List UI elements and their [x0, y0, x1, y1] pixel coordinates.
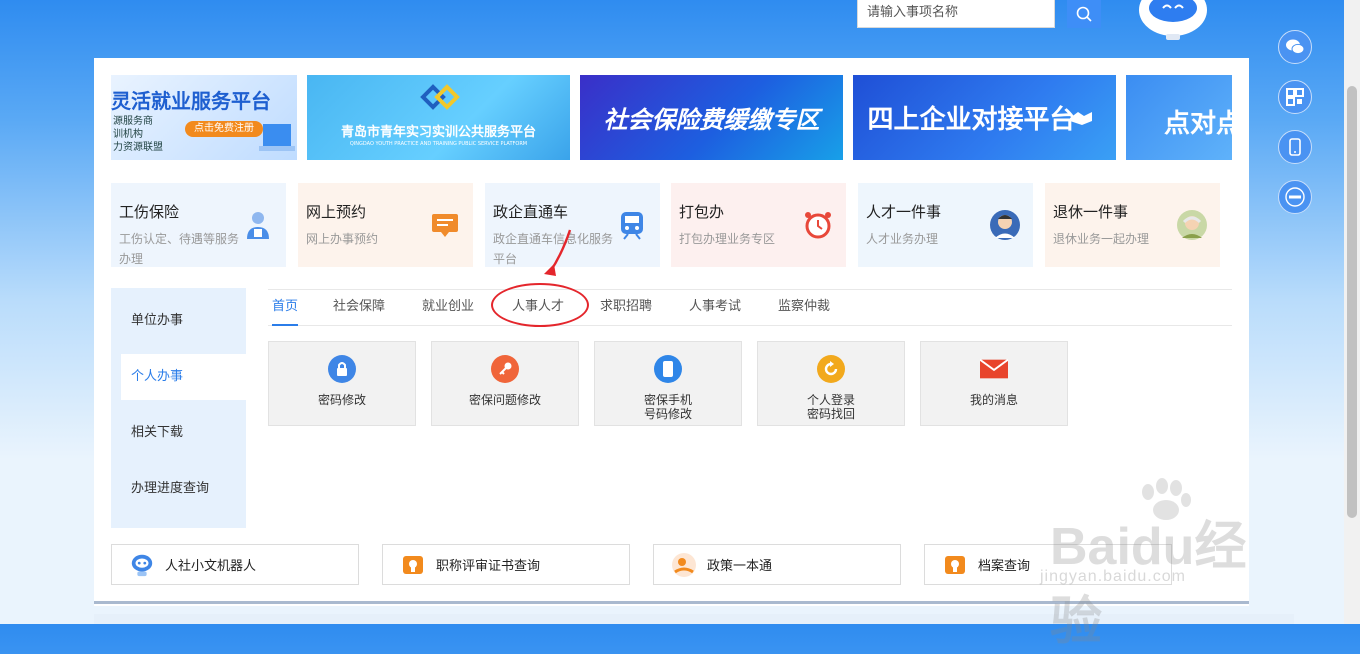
laptop-illustration-icon	[259, 124, 295, 151]
worker-icon	[247, 212, 269, 239]
service-card-retirement[interactable]: 退休一件事 退休业务一起办理	[1045, 183, 1220, 267]
banner-social-insurance-deferral[interactable]: 社会保险费缓缴专区	[580, 75, 843, 160]
register-button[interactable]: 点击免费注册	[185, 121, 263, 137]
tile-password-recovery[interactable]: 个人登录 密码找回	[757, 341, 905, 426]
tile-label: 密码修改	[317, 393, 366, 407]
robot-mascot[interactable]	[1136, 0, 1210, 40]
mobile-icon	[1289, 138, 1301, 156]
watermark: Baidu经验 jingyan.baidu.com	[1040, 478, 1290, 651]
tile-password-change[interactable]: 密码修改	[268, 341, 416, 426]
app-logo-icon	[1285, 187, 1305, 207]
refresh-icon	[817, 355, 845, 383]
service-card-desc: 人才业务办理	[866, 232, 939, 246]
service-card-desc: 打包办理业务专区	[679, 232, 776, 246]
banner-flexible-employment[interactable]: 灵活就业服务平台 源服务商 训机构 力资源联盟 点击免费注册	[111, 75, 297, 160]
elder-icon	[1177, 210, 1207, 240]
message-icon	[432, 214, 458, 237]
banner-point-to-point[interactable]: 点对点	[1126, 75, 1232, 160]
qrcode-icon	[1286, 88, 1304, 106]
quicklink-robot[interactable]: 人社小文机器人	[111, 544, 359, 585]
sidebar: 单位办事 个人办事 相关下载 办理进度查询	[111, 288, 246, 528]
phone-icon	[654, 355, 682, 383]
service-card-online-booking[interactable]: 网上预约 网上办事预约	[298, 183, 473, 267]
train-icon	[621, 212, 643, 240]
banner-enterprise-platform[interactable]: 四上企业对接平台	[853, 75, 1116, 160]
tile-security-question[interactable]: 密保问题修改	[431, 341, 579, 426]
platform-logo-icon	[420, 84, 460, 110]
robot-icon	[129, 552, 155, 578]
search-button[interactable]	[1067, 0, 1101, 28]
certificate-icon	[400, 552, 426, 578]
service-card-talent[interactable]: 人才一件事 人才业务办理	[858, 183, 1033, 267]
search-icon	[1076, 6, 1092, 22]
watermark-url: jingyan.baidu.com	[1040, 568, 1186, 585]
envelope-icon	[980, 355, 1008, 383]
tab-home[interactable]: 首页	[272, 290, 299, 326]
scrollbar-thumb[interactable]	[1347, 86, 1357, 518]
service-card-desc: 退休业务一起办理	[1053, 232, 1150, 246]
alarm-clock-icon	[805, 212, 831, 239]
tile-label: 密保手机 号码修改	[643, 393, 692, 421]
quicklink-label: 档案查询	[978, 559, 1031, 574]
lock-icon	[328, 355, 356, 383]
banner-subtitle: QINGDAO YOUTH PRACTICE AND TRAINING PUBL…	[349, 141, 528, 147]
robot-icon	[1139, 0, 1207, 40]
quicklink-label: 政策一本通	[707, 559, 773, 574]
annotation-circle	[491, 283, 589, 327]
app-button[interactable]	[1278, 180, 1312, 214]
policy-book-icon	[671, 552, 697, 578]
tile-my-messages[interactable]: 我的消息	[920, 341, 1068, 426]
banner-title: 点对点	[1164, 109, 1232, 139]
person-icon	[990, 210, 1020, 240]
tile-label: 我的消息	[969, 393, 1018, 407]
service-card-desc: 工伤认定、待遇等服务办理	[119, 232, 240, 266]
sidebar-item-progress-query[interactable]: 办理进度查询	[111, 466, 246, 512]
banner-lines: 源服务商 训机构 力资源联盟	[113, 116, 163, 153]
archive-icon	[942, 552, 968, 578]
wechat-icon	[1286, 39, 1305, 55]
banner-title: 社会保险费缓缴专区	[603, 106, 820, 134]
sidebar-item-unit-affairs[interactable]: 单位办事	[111, 298, 246, 344]
key-icon	[491, 355, 519, 383]
search-input[interactable]: 请输入事项名称	[857, 0, 1055, 28]
tab-job-hunting[interactable]: 求职招聘	[600, 290, 652, 324]
sidebar-item-personal-affairs[interactable]: 个人办事	[121, 354, 246, 400]
category-tabs: 首页 社会保障 就业创业 人事人才 求职招聘 人事考试 监察仲裁	[268, 289, 1232, 326]
tab-arbitration[interactable]: 监察仲裁	[778, 290, 830, 324]
service-card-desc: 网上办事预约	[306, 232, 379, 246]
quicklink-label: 职称评审证书查询	[436, 559, 541, 574]
banner-title: 四上企业对接平台	[867, 105, 1076, 135]
tile-security-phone[interactable]: 密保手机 号码修改	[594, 341, 742, 426]
tab-social-security[interactable]: 社会保障	[333, 290, 385, 324]
handshake-icon	[1070, 112, 1092, 125]
tab-employment[interactable]: 就业创业	[422, 290, 474, 324]
qrcode-button[interactable]	[1278, 80, 1312, 114]
service-card-package[interactable]: 打包办 打包办理业务专区	[671, 183, 846, 267]
banner-title: 灵活就业服务平台	[111, 89, 271, 113]
tile-label: 个人登录 密码找回	[806, 393, 855, 421]
sidebar-item-downloads[interactable]: 相关下载	[111, 410, 246, 456]
mobile-button[interactable]	[1278, 130, 1312, 164]
service-card-work-injury[interactable]: 工伤保险 工伤认定、待遇等服务办理	[111, 183, 286, 267]
quicklink-label: 人社小文机器人	[165, 559, 257, 574]
wechat-button[interactable]	[1278, 30, 1312, 64]
annotation-arrow-icon	[544, 229, 572, 276]
banner-youth-practice[interactable]: 青岛市青年实习实训公共服务平台 QINGDAO YOUTH PRACTICE A…	[307, 75, 570, 160]
tab-personnel-exam[interactable]: 人事考试	[689, 290, 741, 324]
tile-label: 密保问题修改	[468, 393, 541, 407]
quicklink-certificate-query[interactable]: 职称评审证书查询	[382, 544, 630, 585]
banner-title: 青岛市青年实习实训公共服务平台	[340, 125, 536, 140]
quicklink-policy-book[interactable]: 政策一本通	[653, 544, 901, 585]
